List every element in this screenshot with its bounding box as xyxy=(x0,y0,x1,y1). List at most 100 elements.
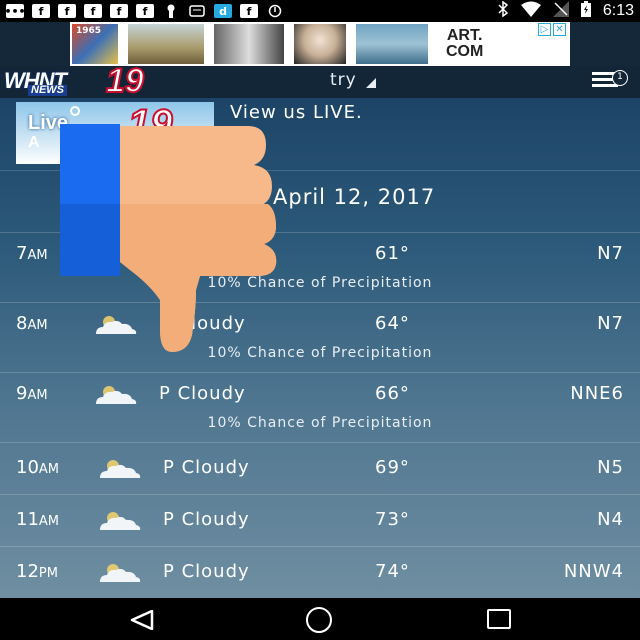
temperature: 61° xyxy=(375,243,410,264)
live-thumb-text: Live xyxy=(28,112,69,134)
hour-time: 12PM xyxy=(16,561,58,582)
hour-number: 12 xyxy=(16,561,39,582)
hour-ampm: AM xyxy=(27,318,48,333)
facebook-icon: f xyxy=(110,4,128,18)
wind: N7 xyxy=(597,243,624,264)
temperature: 74° xyxy=(375,561,410,582)
hour-ampm: AM xyxy=(38,514,60,529)
ad-logo-line1: ART. xyxy=(446,27,483,44)
hour-number: 8 xyxy=(16,313,28,334)
live-stream-row[interactable]: Live A 19 View us LIVE. xyxy=(0,98,640,170)
ad-image-portrait xyxy=(294,24,346,64)
facebook-icon: f xyxy=(84,4,102,18)
ad-poster-year: 1965 xyxy=(76,26,102,36)
logo-news: NEWS xyxy=(28,85,67,96)
hour-time: 8AM xyxy=(16,313,48,334)
hour-ampm: AM xyxy=(38,462,60,477)
partly-cloudy-icon xyxy=(96,386,137,404)
bluetooth-icon xyxy=(497,0,509,21)
app-header: WHNT NEWS 19 try 1 xyxy=(0,61,640,101)
ad-info-icon[interactable]: ▷ xyxy=(538,23,551,36)
temperature: 73° xyxy=(375,509,410,530)
battery-charging-icon xyxy=(580,1,591,21)
live-thumb-number: 19 xyxy=(127,102,173,147)
wifi-icon xyxy=(520,1,541,21)
facebook-icon: f xyxy=(240,4,258,18)
precipitation-chance: 10% Chance of Precipitation xyxy=(207,275,433,291)
hamburger-icon-line xyxy=(592,84,618,87)
dropdown-arrow-icon[interactable] xyxy=(366,78,376,88)
location-selector[interactable]: try xyxy=(330,70,357,90)
ad-area: 1965 ART. COM ▷ ✕ xyxy=(0,22,640,66)
live-indicator-icon xyxy=(70,106,80,116)
hour-row[interactable]: 11AM P Cloudy 73° N4 xyxy=(0,494,640,546)
recent-apps-icon[interactable] xyxy=(487,609,511,629)
station-logo[interactable]: WHNT NEWS 19 xyxy=(4,61,156,101)
hour-row[interactable]: 7AM 61° N7 10% Chance of Precipitation xyxy=(0,232,640,302)
menu-button[interactable]: 1 xyxy=(588,66,636,98)
wind: N7 xyxy=(597,313,624,334)
ad-image-poster: 1965 xyxy=(72,24,118,64)
condition-text: P Cloudy xyxy=(163,561,250,582)
condition-text: P Cloudy xyxy=(163,509,250,530)
hour-number: 11 xyxy=(16,509,39,530)
partly-cloudy-icon xyxy=(96,316,137,334)
hour-ampm: AM xyxy=(27,248,48,263)
temperature: 69° xyxy=(375,457,410,478)
condition-text: P Cloudy xyxy=(163,457,250,478)
facebook-icon: f xyxy=(58,4,76,18)
wind: NNE6 xyxy=(570,383,624,404)
clock: 6:13 xyxy=(602,2,634,19)
live-thumb-sub: A xyxy=(28,134,40,151)
no-signal-icon xyxy=(552,1,569,21)
hour-number: 7 xyxy=(16,243,28,264)
hour-time: 9AM xyxy=(16,383,48,404)
logo-number: 19 xyxy=(105,61,145,101)
ad-image-landscape xyxy=(128,24,204,64)
ad-choices-badge[interactable]: ▷ ✕ xyxy=(538,23,568,37)
partly-cloudy-icon xyxy=(100,564,141,582)
precipitation-chance: 10% Chance of Precipitation xyxy=(207,415,433,431)
sync-icon xyxy=(266,4,284,18)
temperature: 64° xyxy=(375,313,410,334)
hour-row[interactable]: 8AM P Cloudy 64° N7 10% Chance of Precipitat… xyxy=(0,302,640,372)
home-icon[interactable] xyxy=(306,607,332,633)
ad-close-icon[interactable]: ✕ xyxy=(553,23,566,36)
temperature: 66° xyxy=(375,383,410,404)
partly-cloudy-icon xyxy=(100,512,141,530)
notification-badge: 1 xyxy=(612,70,628,86)
hour-time: 7AM xyxy=(16,243,48,264)
hour-row[interactable]: 12PM P Cloudy 74° NNW4 xyxy=(0,546,640,598)
dictionary-icon: d xyxy=(214,4,232,18)
hour-time: 10AM xyxy=(16,457,59,478)
ad-image-seascape xyxy=(356,24,428,64)
hour-row[interactable]: 10AM P Cloudy 69° N5 xyxy=(0,442,640,494)
precipitation-chance: 10% Chance of Precipitation xyxy=(207,345,433,361)
hour-ampm: AM xyxy=(27,388,48,403)
hour-number: 10 xyxy=(16,457,39,478)
messages-icon: ••• xyxy=(4,4,26,18)
wind: NNW4 xyxy=(563,561,624,582)
date-header: April 12, 2017 xyxy=(0,170,640,232)
condition-text: P Cloudy xyxy=(159,313,246,334)
hour-ampm: PM xyxy=(38,566,58,581)
hour-row[interactable]: 9AM P Cloudy 66° NNE6 10% Chance of Precipit… xyxy=(0,372,640,442)
ad-image-photo xyxy=(214,24,284,64)
ad-logo-line2: COM xyxy=(446,43,484,60)
back-icon[interactable] xyxy=(130,609,154,634)
hour-time: 11AM xyxy=(16,509,59,530)
facebook-icon: f xyxy=(136,4,154,18)
ad-logo: ART. COM xyxy=(446,28,483,60)
wind: N5 xyxy=(597,457,624,478)
live-thumbnail[interactable]: Live A 19 xyxy=(16,102,214,164)
keyhole-icon xyxy=(162,4,180,18)
navigation-bar xyxy=(0,598,640,640)
facebook-icon: f xyxy=(32,4,50,18)
partly-cloudy-icon xyxy=(100,460,141,478)
live-label[interactable]: View us LIVE. xyxy=(230,102,363,123)
ad-banner[interactable]: 1965 ART. COM ▷ ✕ xyxy=(70,22,570,66)
wind: N4 xyxy=(597,509,624,530)
status-bar: ••• f f f f f d f 6:13 xyxy=(0,0,640,22)
condition-text: P Cloudy xyxy=(159,383,246,404)
weather-main: Live A 19 View us LIVE. April 12, 2017 7… xyxy=(0,98,640,598)
